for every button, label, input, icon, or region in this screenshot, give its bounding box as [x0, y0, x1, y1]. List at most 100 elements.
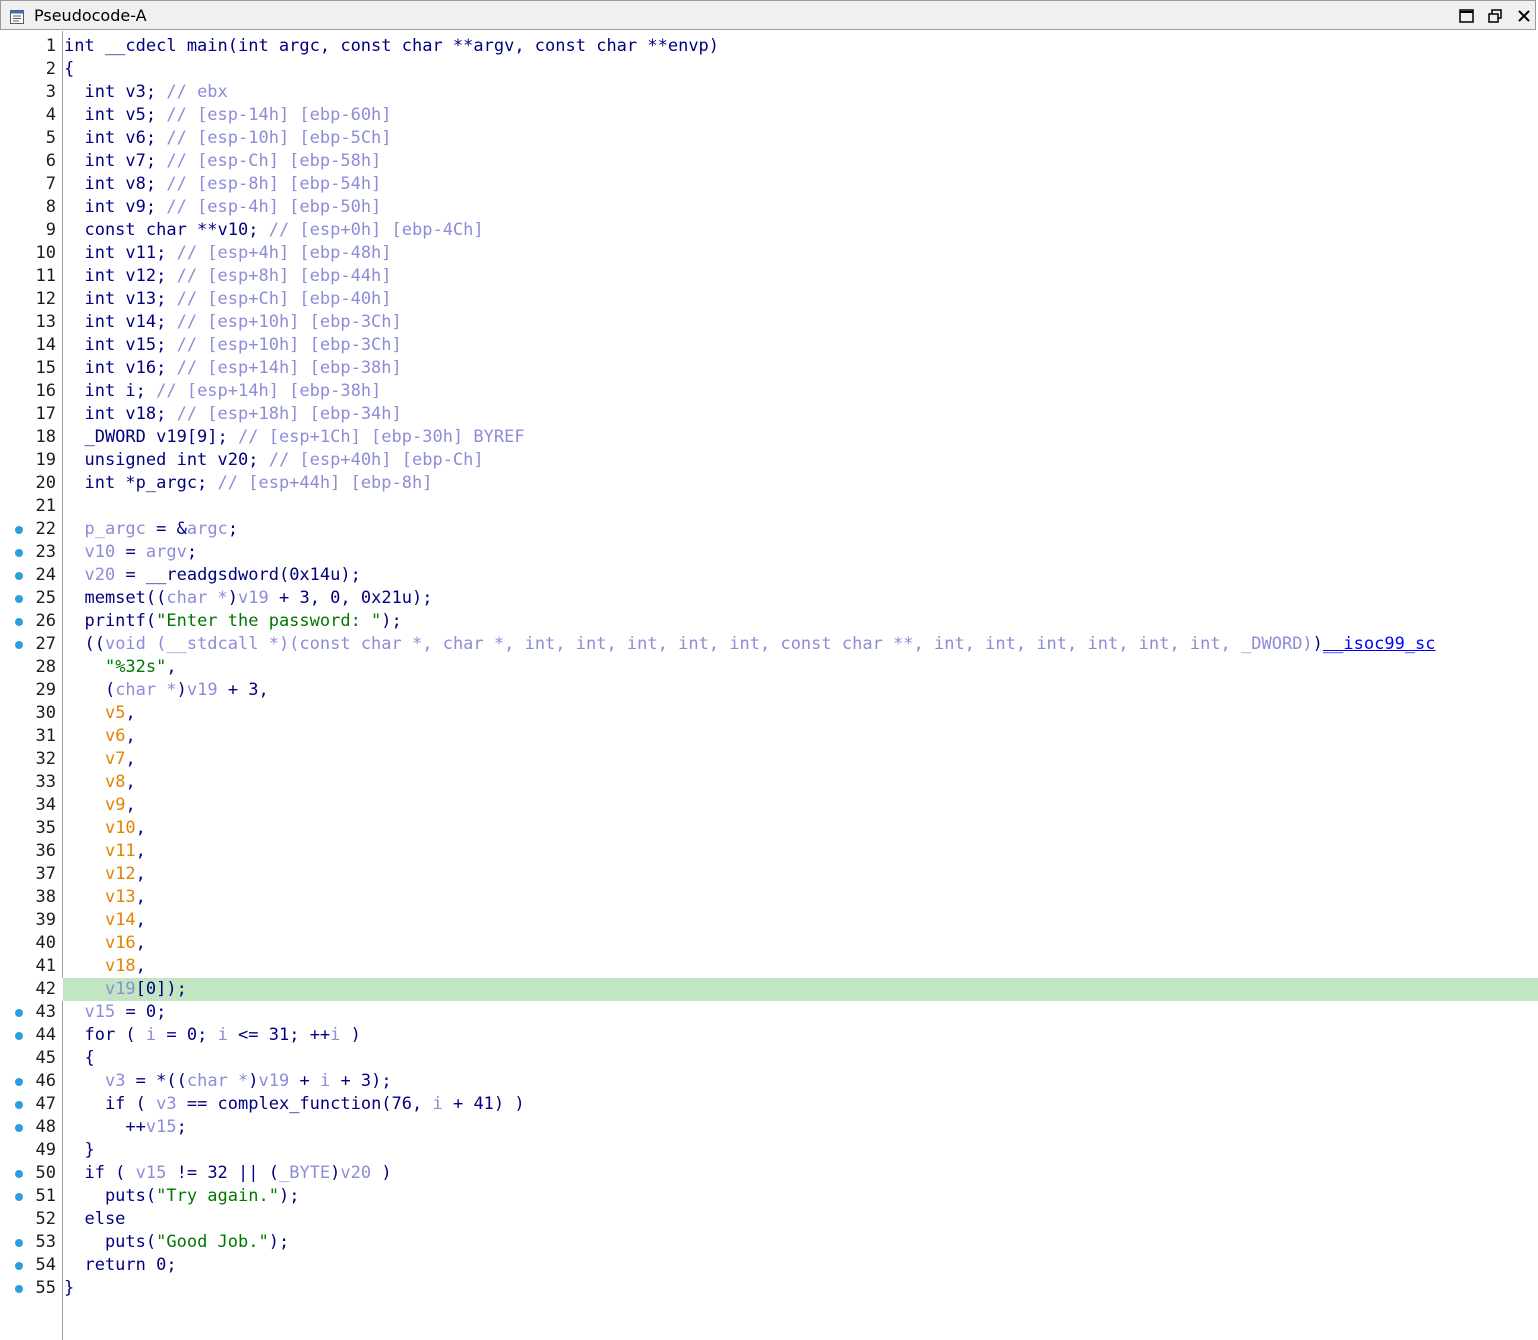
code-line[interactable]: 22 p_argc = &argc;: [0, 518, 1538, 541]
code-token: = &: [145, 519, 187, 539]
code-token: int v8;: [64, 174, 167, 194]
line-number: 38: [35, 887, 56, 907]
code-line[interactable]: 24 v20 = __readgsdword(0x14u);: [0, 564, 1538, 587]
code-text: int v18; // [esp+18h] [ebp-34h]: [64, 404, 401, 425]
code-line[interactable]: 8 int v9; // [esp-4h] [ebp-50h]: [0, 196, 1538, 219]
line-number: 25: [35, 588, 56, 608]
code-text: v15 = 0;: [64, 1002, 166, 1023]
code-token: v9: [104, 795, 126, 815]
code-line[interactable]: 2{: [0, 58, 1538, 81]
code-token: [0]);: [135, 979, 187, 999]
code-line[interactable]: 43 v15 = 0;: [0, 1001, 1538, 1024]
breakpoint-dot-icon[interactable]: [15, 1032, 23, 1040]
maximize-icon[interactable]: [1458, 7, 1476, 25]
code-line[interactable]: 16 int i; // [esp+14h] [ebp-38h]: [0, 380, 1538, 403]
code-line[interactable]: 40 v16,: [0, 932, 1538, 955]
code-token: i: [145, 1025, 157, 1045]
code-line[interactable]: 39 v14,: [0, 909, 1538, 932]
code-text: _DWORD v19[9]; // [esp+1Ch] [ebp-30h] BY…: [64, 427, 524, 448]
code-line[interactable]: 5 int v6; // [esp-10h] [ebp-5Ch]: [0, 127, 1538, 150]
code-line[interactable]: 48 ++v15;: [0, 1116, 1538, 1139]
code-line[interactable]: 29 (char *)v19 + 3,: [0, 679, 1538, 702]
code-line[interactable]: 44 for ( i = 0; i <= 31; ++i ): [0, 1024, 1538, 1047]
code-line[interactable]: 54 return 0;: [0, 1254, 1538, 1277]
breakpoint-dot-icon[interactable]: [15, 1285, 23, 1293]
code-line[interactable]: 13 int v14; // [esp+10h] [ebp-3Ch]: [0, 311, 1538, 334]
line-number: 55: [35, 1278, 56, 1298]
code-line[interactable]: 4 int v5; // [esp-14h] [ebp-60h]: [0, 104, 1538, 127]
code-token: char *: [115, 680, 177, 700]
pseudocode-editor[interactable]: 1 int __cdecl main(int argc, const char *…: [0, 35, 1538, 1300]
code-line[interactable]: 33 v8,: [0, 771, 1538, 794]
code-line[interactable]: 34 v9,: [0, 794, 1538, 817]
breakpoint-dot-icon[interactable]: [15, 1124, 23, 1132]
code-line[interactable]: 14 int v15; // [esp+10h] [ebp-3Ch]: [0, 334, 1538, 357]
code-token: v10: [84, 542, 116, 562]
code-line[interactable]: 3 int v3; // ebx: [0, 81, 1538, 104]
code-text: int v14; // [esp+10h] [ebp-3Ch]: [64, 312, 401, 333]
breakpoint-dot-icon[interactable]: [15, 618, 23, 626]
code-text: unsigned int v20; // [esp+40h] [ebp-Ch]: [64, 450, 483, 471]
code-line[interactable]: 35 v10,: [0, 817, 1538, 840]
code-line[interactable]: 12 int v13; // [esp+Ch] [ebp-40h]: [0, 288, 1538, 311]
breakpoint-dot-icon[interactable]: [15, 549, 23, 557]
code-line[interactable]: 1 int __cdecl main(int argc, const char *…: [0, 35, 1538, 58]
line-number: 39: [35, 910, 56, 930]
code-line[interactable]: 47 if ( v3 == complex_function(76, i + 4…: [0, 1093, 1538, 1116]
code-line[interactable]: 11 int v12; // [esp+8h] [ebp-44h]: [0, 265, 1538, 288]
code-line[interactable]: 7 int v8; // [esp-8h] [ebp-54h]: [0, 173, 1538, 196]
restore-icon[interactable]: [1487, 7, 1505, 25]
code-line[interactable]: 9 const char **v10; // [esp+0h] [ebp-4Ch…: [0, 219, 1538, 242]
code-line[interactable]: 53 puts("Good Job.");: [0, 1231, 1538, 1254]
code-line[interactable]: 49 }: [0, 1139, 1538, 1162]
breakpoint-dot-icon[interactable]: [15, 1193, 23, 1201]
code-line[interactable]: 19 unsigned int v20; // [esp+40h] [ebp-C…: [0, 449, 1538, 472]
code-line[interactable]: 27 ((void (__stdcall *)(const char *, ch…: [0, 633, 1538, 656]
code-line[interactable]: 30 v5,: [0, 702, 1538, 725]
breakpoint-dot-icon[interactable]: [15, 595, 23, 603]
code-line[interactable]: 25 memset((char *)v19 + 3, 0, 0x21u);: [0, 587, 1538, 610]
code-token: return 0;: [64, 1255, 177, 1275]
code-line[interactable]: 21: [0, 495, 1538, 518]
code-line[interactable]: 41 v18,: [0, 955, 1538, 978]
code-token: // [esp+44h] [ebp-8h]: [217, 473, 433, 493]
breakpoint-dot-icon[interactable]: [15, 526, 23, 534]
code-line[interactable]: 42 v19[0]);: [0, 978, 1538, 1001]
code-token: v8: [104, 772, 126, 792]
code-token: // [esp+14h] [ebp-38h]: [176, 358, 402, 378]
code-line[interactable]: 26 printf("Enter the password: ");: [0, 610, 1538, 633]
breakpoint-dot-icon[interactable]: [15, 1009, 23, 1017]
breakpoint-dot-icon[interactable]: [15, 1262, 23, 1270]
code-line[interactable]: 18 _DWORD v19[9]; // [esp+1Ch] [ebp-30h]…: [0, 426, 1538, 449]
code-line[interactable]: 20 int *p_argc; // [esp+44h] [ebp-8h]: [0, 472, 1538, 495]
code-token: argv: [145, 542, 187, 562]
code-line[interactable]: 17 int v18; // [esp+18h] [ebp-34h]: [0, 403, 1538, 426]
breakpoint-dot-icon[interactable]: [15, 1078, 23, 1086]
code-line[interactable]: 23 v10 = argv;: [0, 541, 1538, 564]
code-line[interactable]: 46 v3 = *((char *)v19 + i + 3);: [0, 1070, 1538, 1093]
code-line[interactable]: 10 int v11; // [esp+4h] [ebp-48h]: [0, 242, 1538, 265]
code-line[interactable]: 52 else: [0, 1208, 1538, 1231]
line-number: 44: [35, 1025, 56, 1045]
code-token: );: [278, 1186, 300, 1206]
breakpoint-dot-icon[interactable]: [15, 1101, 23, 1109]
code-token: // [esp+4h] [ebp-48h]: [176, 243, 392, 263]
line-number: 23: [35, 542, 56, 562]
code-line[interactable]: 31 v6,: [0, 725, 1538, 748]
close-icon[interactable]: [1515, 7, 1533, 25]
code-line[interactable]: 32 v7,: [0, 748, 1538, 771]
code-line[interactable]: 6 int v7; // [esp-Ch] [ebp-58h]: [0, 150, 1538, 173]
code-line[interactable]: 55}: [0, 1277, 1538, 1300]
code-line[interactable]: 38 v13,: [0, 886, 1538, 909]
code-line[interactable]: 50 if ( v15 != 32 || (_BYTE)v20 ): [0, 1162, 1538, 1185]
breakpoint-dot-icon[interactable]: [15, 1170, 23, 1178]
code-line[interactable]: 37 v12,: [0, 863, 1538, 886]
code-line[interactable]: 45 {: [0, 1047, 1538, 1070]
code-line[interactable]: 51 puts("Try again.");: [0, 1185, 1538, 1208]
code-line[interactable]: 28 "%32s",: [0, 656, 1538, 679]
breakpoint-dot-icon[interactable]: [15, 572, 23, 580]
breakpoint-dot-icon[interactable]: [15, 641, 23, 649]
breakpoint-dot-icon[interactable]: [15, 1239, 23, 1247]
code-line[interactable]: 36 v11,: [0, 840, 1538, 863]
code-line[interactable]: 15 int v16; // [esp+14h] [ebp-38h]: [0, 357, 1538, 380]
